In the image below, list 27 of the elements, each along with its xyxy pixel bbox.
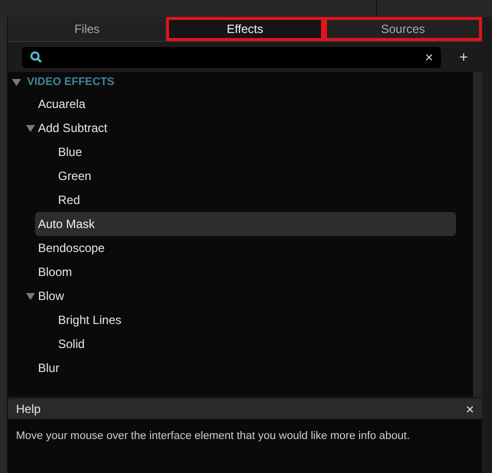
- tree-item[interactable]: Blur: [38, 356, 456, 380]
- panel-title: Help: [16, 401, 41, 418]
- tree-item[interactable]: Solid: [58, 332, 456, 356]
- search-icon: [30, 51, 42, 63]
- tree-item[interactable]: Bright Lines: [58, 308, 456, 332]
- tree-item[interactable]: Red: [58, 188, 456, 212]
- search-field[interactable]: ×: [22, 46, 442, 68]
- help-text: Move your mouse over the interface element that you would like more info about.: [16, 430, 410, 442]
- tab[interactable]: Effects: [166, 17, 324, 41]
- tree-item[interactable]: Acuarela: [38, 92, 456, 116]
- tree-item[interactable]: Green: [58, 164, 456, 188]
- tab[interactable]: Files: [8, 17, 166, 41]
- caret-icon[interactable]: [12, 78, 21, 86]
- tree-item[interactable]: Blow: [38, 284, 456, 308]
- tree-item[interactable]: Blue: [58, 140, 456, 164]
- scrollbar[interactable]: [473, 72, 482, 397]
- section-header[interactable]: VIDEO EFFECTS: [27, 74, 114, 90]
- caret-icon[interactable]: [26, 292, 35, 300]
- tree-item[interactable]: Bloom: [38, 260, 456, 284]
- caret-icon[interactable]: [26, 124, 35, 132]
- tree-item[interactable]: Bendoscope: [38, 236, 456, 260]
- add-button[interactable]: +: [459, 50, 468, 64]
- clear-button[interactable]: ×: [425, 50, 434, 64]
- close-button[interactable]: ×: [466, 402, 474, 416]
- tab[interactable]: Sources: [324, 17, 482, 41]
- tree-item[interactable]: Auto Mask: [35, 212, 456, 236]
- tree-item[interactable]: Add Subtract: [38, 116, 456, 140]
